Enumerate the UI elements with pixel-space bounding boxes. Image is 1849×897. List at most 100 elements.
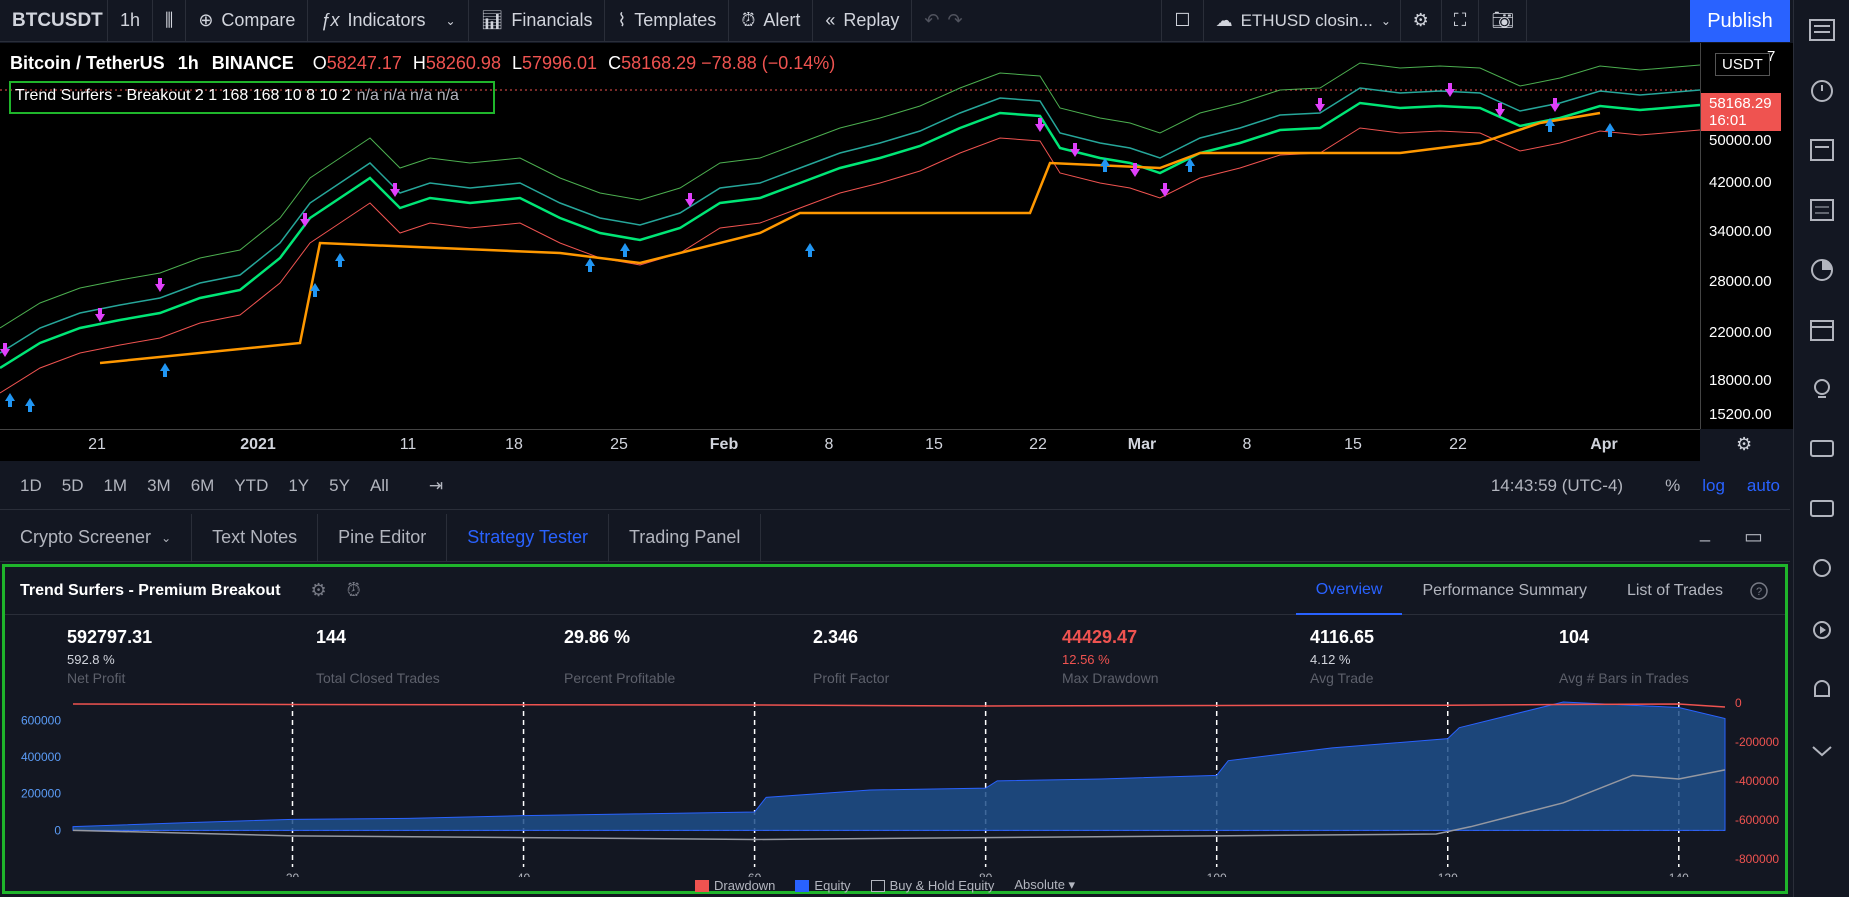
chart-type-button[interactable]: ⫼ <box>153 0 187 42</box>
strategy-legend-values: n/a n/a n/a n/a <box>356 87 459 104</box>
legend-drawdown[interactable]: Drawdown <box>695 878 775 893</box>
stat-sub: 12.56 % <box>1062 652 1110 667</box>
price-chart[interactable]: Bitcoin / TetherUS 1h BINANCE O58247.17 … <box>0 43 1701 429</box>
legend-label: Drawdown <box>714 877 776 893</box>
strategy-legend[interactable]: Trend Surfers - Breakout 2 1 168 168 10 … <box>9 81 495 114</box>
news-icon[interactable] <box>1794 120 1849 180</box>
range-bar: 1D 5D 1M 3M 6M YTD 1Y 5Y All ⇥ 14:43:59 … <box>0 462 1790 510</box>
replay-label: Replay <box>843 10 900 30</box>
strategy-legend-title: Trend Surfers - Breakout 2 1 168 168 10 … <box>15 87 351 104</box>
fullscreen-icon: ⛶ <box>1453 10 1467 30</box>
tab-list-of-trades[interactable]: List of Trades <box>1607 567 1743 615</box>
range-1d[interactable]: 1D <box>10 476 52 496</box>
tab-text-notes[interactable]: Text Notes <box>192 513 319 562</box>
stat-value: 4116.65 <box>1310 627 1375 647</box>
x-tick-label: 40 <box>517 871 531 877</box>
watchlist-icon[interactable] <box>1794 0 1849 60</box>
legend-buy-hold[interactable]: Buy & Hold Equity <box>870 877 995 893</box>
templates-button[interactable]: ⌇ Templates <box>605 0 730 42</box>
chat-icon[interactable] <box>1794 420 1849 480</box>
axis-settings-icon[interactable]: ⚙ <box>1736 434 1752 455</box>
notifications-icon[interactable] <box>1794 660 1849 720</box>
fullscreen-button[interactable]: ⛶ <box>1442 0 1480 42</box>
tab-crypto-screener[interactable]: Crypto Screener ⌄ <box>0 513 193 562</box>
auto-toggle[interactable]: auto <box>1747 476 1780 496</box>
time-tick: Mar <box>1127 436 1157 453</box>
clock[interactable]: 14:43:59 (UTC-4) <box>1491 476 1623 496</box>
absolute-dropdown[interactable]: Absolute ▾ <box>1014 877 1075 893</box>
stat-avg-bars: 104 Avg # Bars in Trades <box>1559 627 1689 686</box>
range-5d[interactable]: 5D <box>52 476 94 496</box>
long-entry-marker <box>5 393 15 407</box>
alerts-icon[interactable] <box>1794 60 1849 120</box>
indicators-button[interactable]: ƒx Indicators ⌄ <box>308 0 469 42</box>
tab-performance-summary[interactable]: Performance Summary <box>1402 567 1607 615</box>
symbol-search-button[interactable]: BTCUSDT <box>0 0 108 42</box>
percent-toggle[interactable]: % <box>1665 476 1680 496</box>
alert-button[interactable]: ⏰︎ Alert <box>729 0 814 42</box>
alert-name-dropdown[interactable]: ☁ ETHUSD closin... ⌄ <box>1204 0 1401 42</box>
range-ytd[interactable]: YTD <box>224 476 278 496</box>
tab-trading-panel[interactable]: Trading Panel <box>609 513 762 562</box>
calendar-icon[interactable] <box>1794 300 1849 360</box>
time-tick: Apr <box>1590 436 1618 453</box>
tab-overview[interactable]: Overview <box>1295 567 1403 615</box>
interval-button[interactable]: 1h <box>108 0 154 42</box>
compare-button[interactable]: ⊕ Compare <box>186 0 309 42</box>
strategy-tester-header: Trend Surfers - Premium Breakout ⚙ ⏰︎ Ov… <box>5 567 1785 615</box>
price-tick: 42000.00 <box>1709 174 1772 191</box>
chevron-down-icon: ⌄ <box>445 13 456 28</box>
stat-value: 44429.47 <box>1062 627 1138 647</box>
tab-pine-editor[interactable]: Pine Editor <box>318 513 448 562</box>
close-value: 58168.29 <box>621 53 697 73</box>
maximize-icon[interactable]: ▭ <box>1744 524 1763 549</box>
messages-icon[interactable] <box>1794 480 1849 540</box>
lightbulb-icon[interactable] <box>1794 540 1849 600</box>
equity-chart-canvas[interactable]: 2040608010012014060000040000020000000-20… <box>5 692 1785 885</box>
undo-icon[interactable]: ↶ <box>924 10 939 31</box>
financials-button[interactable]: 📊︎ Financials <box>469 0 606 42</box>
publish-button[interactable]: Publish <box>1690 0 1790 42</box>
long-entry-marker <box>25 398 35 412</box>
svg-text:?: ? <box>1756 586 1762 598</box>
legend-label: Buy & Hold Equity <box>889 877 995 893</box>
collapse-icon[interactable] <box>1794 720 1849 780</box>
layout-button[interactable]: ☐ <box>1162 0 1204 42</box>
long-entry-marker <box>335 253 345 267</box>
right-sidebar <box>1793 0 1849 897</box>
price-axis[interactable]: 7 USDT 58168.29 16:01 50000.00 42000.00 3… <box>1700 43 1793 429</box>
short-exit-marker <box>1160 183 1170 197</box>
minimize-icon[interactable]: _ <box>1700 522 1710 543</box>
range-1y[interactable]: 1Y <box>278 476 319 496</box>
range-all[interactable]: All <box>360 476 399 496</box>
right-axis-label: -600000 <box>1735 813 1779 827</box>
snapshot-button[interactable]: 📷︎ <box>1479 0 1528 42</box>
range-6m[interactable]: 6M <box>181 476 225 496</box>
log-toggle[interactable]: log <box>1702 476 1725 496</box>
left-axis-label: 600000 <box>21 713 61 727</box>
stat-total-closed-trades: 144 Total Closed Trades <box>316 627 440 686</box>
settings-button[interactable]: ⚙ <box>1401 0 1442 42</box>
goto-date-icon[interactable]: ⇥ <box>419 476 453 496</box>
help-icon[interactable]: ? <box>1743 567 1775 615</box>
hotlist-icon[interactable] <box>1794 240 1849 300</box>
redo-icon[interactable]: ↷ <box>948 10 963 31</box>
replay-button[interactable]: « Replay <box>813 0 913 42</box>
price-tick: 15200.00 <box>1709 406 1772 423</box>
range-1m[interactable]: 1M <box>93 476 137 496</box>
time-tick: 21 <box>88 436 106 453</box>
time-axis[interactable]: 21 2021 11 18 25 Feb 8 15 22 Mar 8 15 22… <box>0 429 1752 461</box>
data-window-icon[interactable] <box>1794 180 1849 240</box>
tab-strategy-tester[interactable]: Strategy Tester <box>447 513 609 562</box>
currency-button[interactable]: USDT <box>1715 53 1770 76</box>
range-5y[interactable]: 5Y <box>319 476 360 496</box>
ideas-icon[interactable] <box>1794 360 1849 420</box>
gear-icon[interactable]: ⚙ <box>311 580 327 601</box>
streams-icon[interactable] <box>1794 600 1849 660</box>
stat-label: Max Drawdown <box>1062 670 1159 686</box>
range-3m[interactable]: 3M <box>137 476 181 496</box>
add-alert-icon[interactable]: ⏰︎ <box>347 580 361 601</box>
time-tick: 22 <box>1449 436 1467 453</box>
legend-equity[interactable]: Equity <box>795 878 851 893</box>
equity-chart[interactable]: 2040608010012014060000040000020000000-20… <box>5 692 1785 885</box>
